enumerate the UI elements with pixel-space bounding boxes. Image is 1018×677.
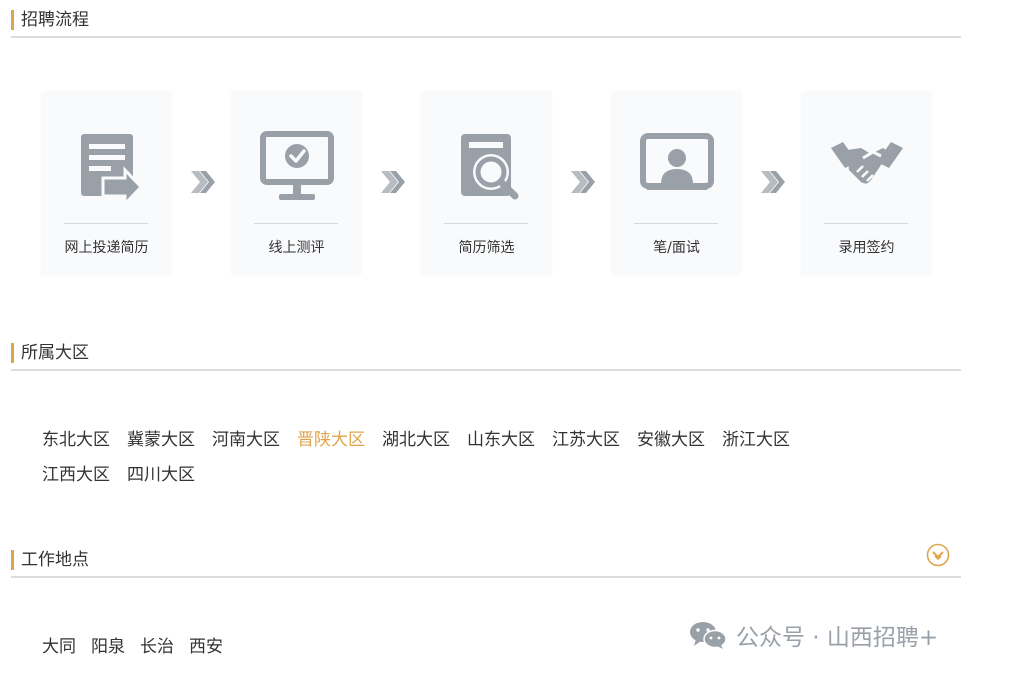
section-accent-bar bbox=[11, 550, 14, 570]
document-search-icon bbox=[460, 134, 518, 200]
step-card-resume-screening: 简历筛选 bbox=[422, 92, 551, 274]
region-link[interactable]: 四川大区 bbox=[127, 458, 195, 493]
section-title-process: 招聘流程 bbox=[21, 10, 89, 30]
section-title-location: 工作地点 bbox=[21, 550, 89, 570]
region-link[interactable]: 江西大区 bbox=[42, 458, 110, 493]
chevron-down-circle-icon[interactable] bbox=[926, 543, 950, 567]
monitor-check-icon bbox=[259, 131, 334, 200]
region-link[interactable]: 湖北大区 bbox=[382, 423, 450, 458]
region-link[interactable]: 河南大区 bbox=[212, 423, 280, 458]
section-accent-bar bbox=[11, 10, 14, 30]
step-label: 线上测评 bbox=[268, 240, 325, 256]
resume-submit-icon bbox=[80, 134, 143, 208]
section-title-region: 所属大区 bbox=[21, 343, 89, 363]
watermark-text: 公众号 · 山西招聘+ bbox=[736, 625, 939, 651]
region-link[interactable]: 江苏大区 bbox=[552, 423, 620, 458]
step-label: 笔/面试 bbox=[653, 240, 700, 256]
region-link[interactable]: 安徽大区 bbox=[637, 423, 705, 458]
step-label: 简历筛选 bbox=[458, 240, 515, 256]
section-header-location: 工作地点 bbox=[11, 546, 961, 578]
region-link[interactable]: 山东大区 bbox=[467, 423, 535, 458]
step-card-offer-signing: 录用签约 bbox=[802, 92, 931, 274]
step-divider bbox=[634, 223, 718, 224]
step-divider bbox=[64, 223, 148, 224]
location-link[interactable]: 长治 bbox=[140, 630, 174, 665]
step-divider bbox=[824, 223, 908, 224]
region-link[interactable]: 冀蒙大区 bbox=[127, 423, 195, 458]
step-card-submit-resume: 网上投递简历 bbox=[42, 92, 171, 274]
location-link[interactable]: 大同 bbox=[42, 630, 76, 665]
wechat-watermark: 公众号 · 山西招聘+ bbox=[688, 620, 939, 651]
step-label: 网上投递简历 bbox=[64, 240, 149, 256]
step-divider bbox=[254, 223, 338, 224]
double-chevron-right-icon bbox=[381, 171, 405, 193]
double-chevron-right-icon bbox=[571, 171, 595, 193]
region-link[interactable]: 东北大区 bbox=[42, 423, 110, 458]
region-link-active[interactable]: 晋陕大区 bbox=[297, 423, 365, 458]
double-chevron-right-icon bbox=[761, 171, 785, 193]
interview-screen-icon bbox=[639, 133, 714, 190]
double-chevron-right-icon bbox=[191, 171, 215, 193]
step-divider bbox=[444, 223, 528, 224]
location-link[interactable]: 阳泉 bbox=[91, 630, 125, 665]
section-header-process: 招聘流程 bbox=[11, 6, 961, 38]
section-accent-bar bbox=[11, 343, 14, 363]
step-card-online-assessment: 线上测评 bbox=[232, 92, 361, 274]
region-list: 东北大区 冀蒙大区 河南大区 晋陕大区 湖北大区 山东大区 江苏大区 安徽大区 浙江大区江西大区… bbox=[42, 423, 922, 493]
step-label: 录用签约 bbox=[838, 240, 895, 256]
step-card-interview: 笔/面试 bbox=[612, 92, 741, 274]
region-link[interactable]: 浙江大区 bbox=[722, 423, 790, 458]
wechat-icon bbox=[690, 622, 727, 649]
handshake-icon bbox=[830, 142, 903, 184]
location-link[interactable]: 西安 bbox=[189, 630, 223, 665]
section-header-region: 所属大区 bbox=[11, 339, 961, 371]
